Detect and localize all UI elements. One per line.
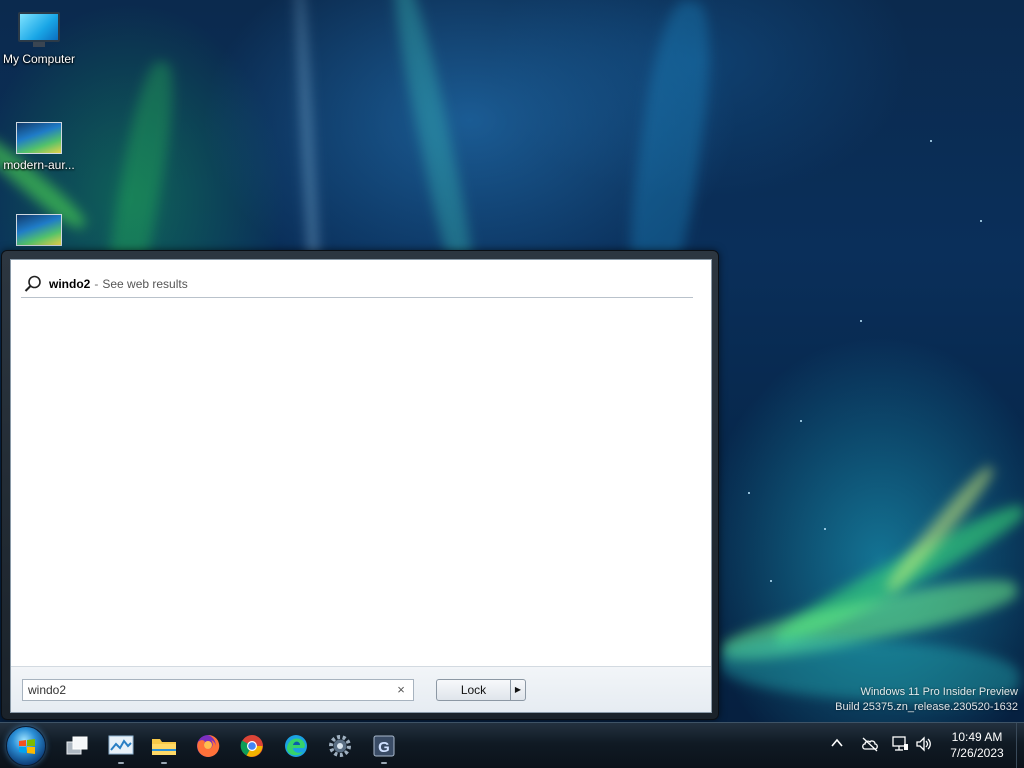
power-button-group: Lock ▶ [436,679,526,701]
desktop-icon-my-computer[interactable]: My Computer [0,12,78,66]
chevron-up-icon [831,738,843,747]
wallpaper-streak [718,629,1022,711]
start-search-input[interactable] [23,680,392,700]
taskbar-settings[interactable] [321,727,359,765]
search-icon [24,275,41,292]
tray-cloud-offline[interactable] [860,736,880,757]
clock-date: 7/26/2023 [950,746,1004,760]
start-search-box: × [22,679,414,701]
g-app-icon: G [373,735,395,757]
start-menu-results-pane: windo2 - See web results × Lock ▶ [10,259,712,713]
start-menu: windo2 - See web results × Lock ▶ [1,250,719,720]
start-menu-bottom-bar: × Lock ▶ [11,666,711,712]
taskbar-firefox[interactable] [189,727,227,765]
computer-icon [18,12,60,48]
running-indicator [118,762,124,764]
power-options-arrow-icon[interactable]: ▶ [510,679,526,701]
taskbar-edge[interactable] [277,727,315,765]
cloud-offline-icon [862,737,878,752]
taskbar-chrome[interactable] [233,727,271,765]
gear-icon [329,735,351,757]
search-web-results-item[interactable]: windo2 - See web results [21,270,693,298]
search-result-separator: - [94,276,99,291]
wallpaper-star [930,140,932,142]
network-icon [892,736,908,751]
tray-network[interactable] [891,735,909,758]
chrome-icon [240,735,263,757]
lock-button[interactable]: Lock [436,679,510,701]
search-result-label: See web results [102,276,188,291]
search-result-query: windo2 [49,276,91,291]
running-indicator [381,762,387,764]
folder-icon [152,739,176,755]
svg-text:G: G [378,739,390,756]
taskbar-task-manager[interactable] [102,727,140,765]
start-button[interactable] [6,726,46,766]
desktop-icon-label: modern-aur... [3,158,75,172]
wallpaper-star [824,528,826,530]
taskbar-clock[interactable]: 10:49 AM 7/26/2023 [940,729,1014,761]
task-manager-icon [108,735,134,755]
os-build-watermark-line1: Windows 11 Pro Insider Preview [860,686,1018,698]
wallpaper-star [980,220,982,222]
tray-volume[interactable] [915,735,933,758]
desktop-icon-image[interactable] [0,214,78,250]
volume-icon [916,736,931,752]
running-indicator [161,762,167,764]
wallpaper-star [770,580,772,582]
image-file-icon [16,122,62,154]
taskbar-task-view[interactable] [58,727,96,765]
show-hidden-icons-button[interactable] [830,736,844,755]
image-file-icon [16,214,62,246]
taskbar: G 10:49 AM 7/26/2023 [0,722,1024,768]
wallpaper-star [748,492,750,494]
clear-search-icon[interactable]: × [392,681,410,699]
windows-logo-icon [19,739,35,754]
desktop-icon-label: My Computer [2,52,76,66]
show-desktop-button[interactable] [1016,723,1024,768]
os-build-watermark-line2: Build 25375.zn_release.230520-1632 [835,701,1018,713]
taskbar-file-explorer[interactable] [145,727,183,765]
taskbar-g-app[interactable]: G [365,727,403,765]
firefox-icon [197,734,220,757]
edge-icon [285,735,307,757]
clock-time: 10:49 AM [951,730,1003,744]
desktop-icon-modern-aurora[interactable]: modern-aur... [0,122,78,172]
wallpaper-star [800,420,802,422]
wallpaper-star [860,320,862,322]
task-view-icon [66,736,88,755]
